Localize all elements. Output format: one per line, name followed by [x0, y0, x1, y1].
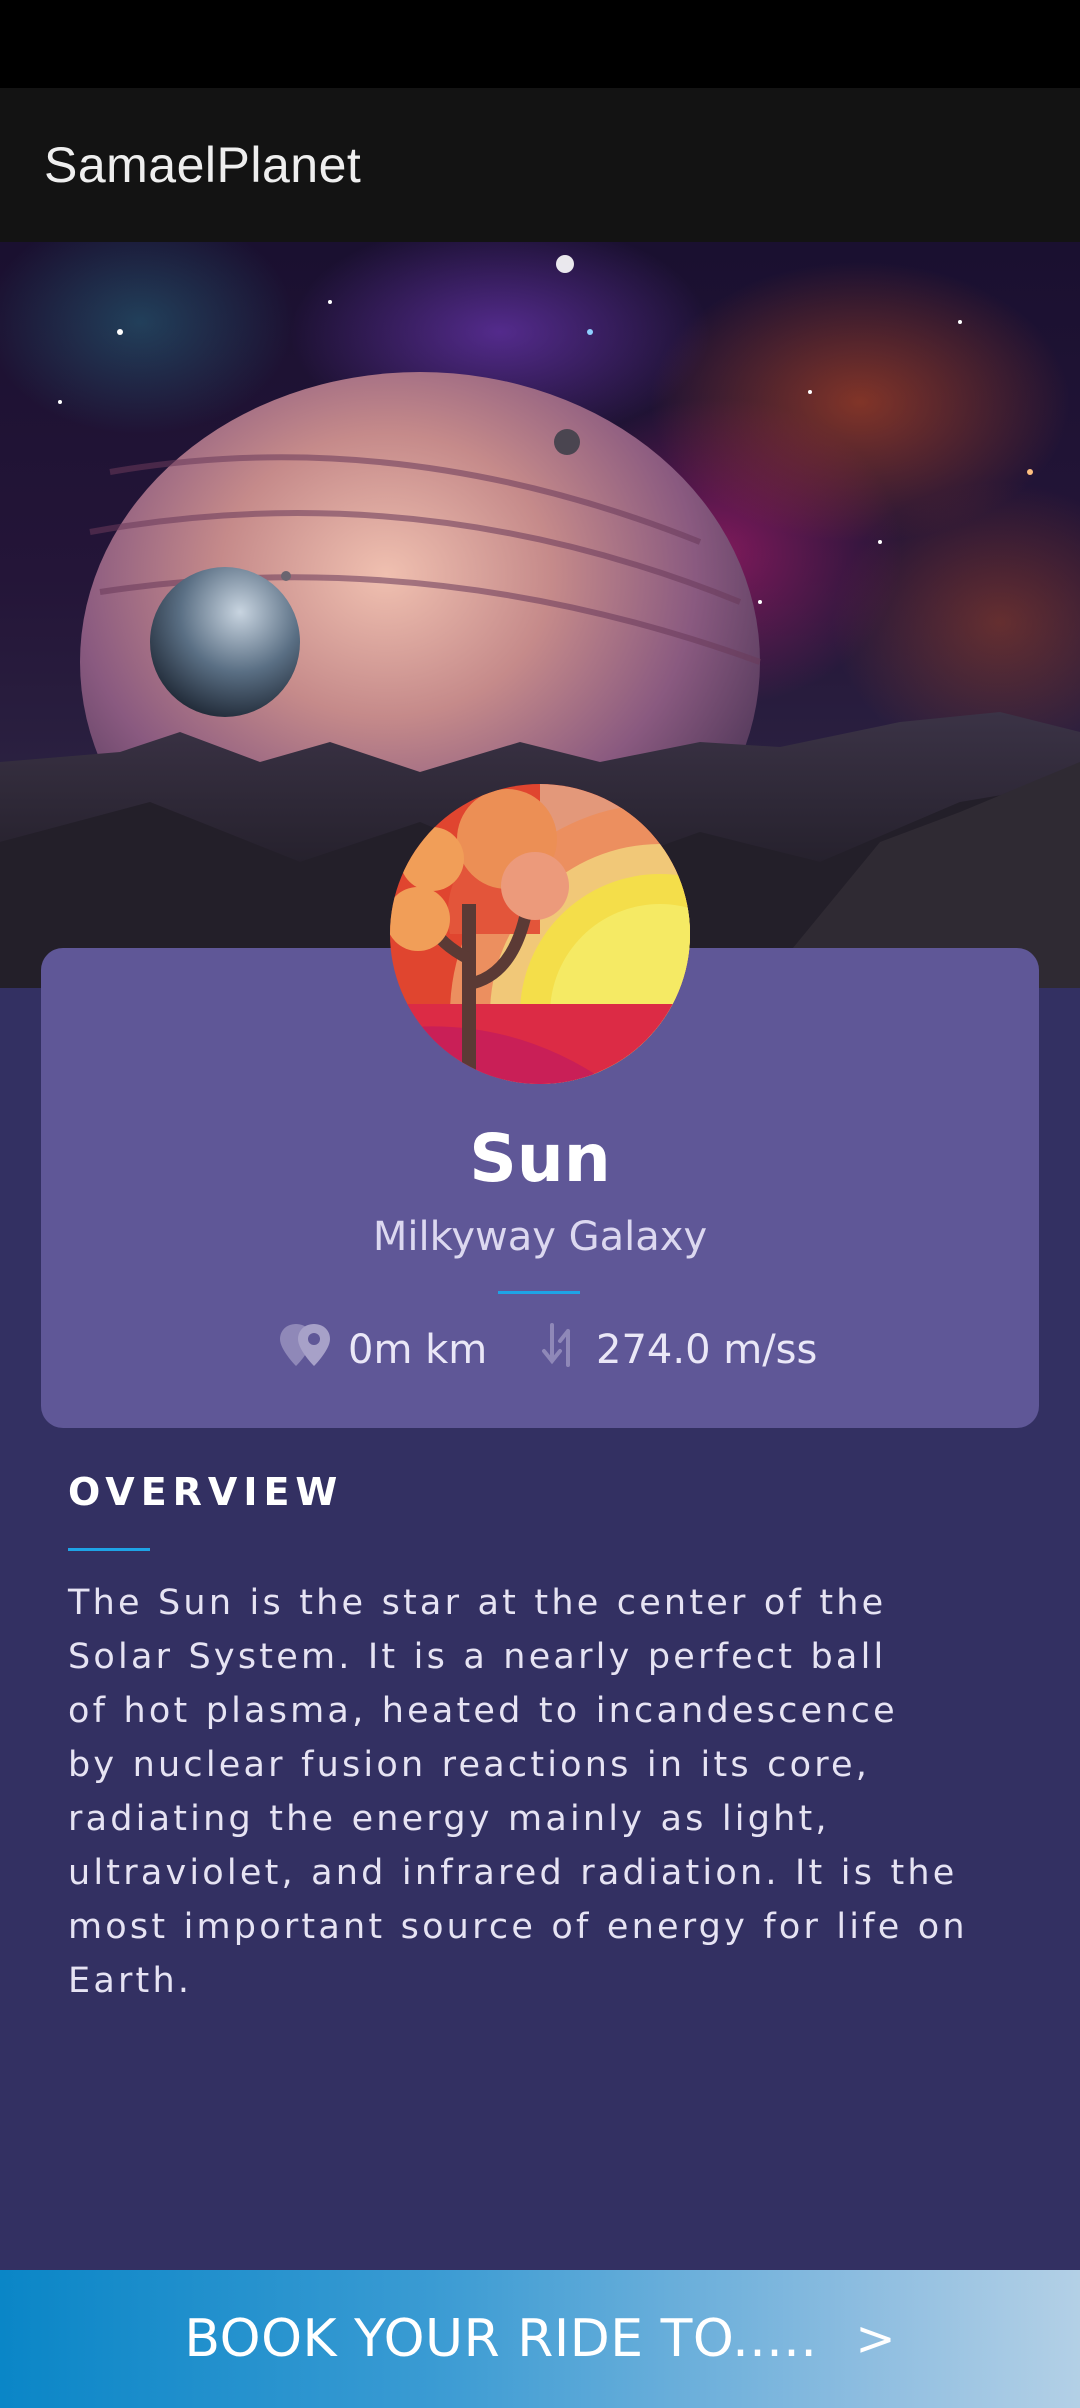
status-bar — [0, 0, 1080, 88]
book-ride-button[interactable]: BOOK YOUR RIDE TO..... > — [0, 2270, 1080, 2408]
overview-line: most important source of energy for life… — [68, 1907, 968, 1947]
overview-line: Solar System. It is a nearly perfect bal… — [68, 1637, 887, 1677]
planet-icon — [390, 784, 690, 1084]
book-ride-label: BOOK YOUR RIDE TO..... — [184, 2309, 818, 2369]
overview-line: Earth. — [68, 1961, 193, 2001]
card-divider — [498, 1291, 580, 1294]
overview-text: The Sun is the star at the center of the… — [68, 1576, 1028, 2008]
chevron-right-icon: > — [855, 2311, 896, 2367]
distance-stat: 0m km — [278, 1320, 487, 1380]
app-bar: SamaelPlanet — [0, 88, 1080, 242]
overview-line: ultraviolet, and infrared radiation. It … — [68, 1853, 958, 1893]
overview-line: of hot plasma, heated to incandescence — [68, 1691, 898, 1731]
arrows-down-up-icon — [538, 1321, 582, 1379]
planet-name: Sun — [469, 1120, 611, 1197]
gravity-value: 274.0 m/ss — [596, 1327, 818, 1373]
overview-line: by nuclear fusion reactions in its core, — [68, 1745, 871, 1785]
planet-galaxy: Milkyway Galaxy — [372, 1214, 708, 1260]
app-title: SamaelPlanet — [44, 137, 362, 193]
overview-divider — [68, 1548, 150, 1551]
gravity-stat: 274.0 m/ss — [538, 1320, 817, 1380]
overview-line: The Sun is the star at the center of the — [68, 1583, 887, 1623]
distance-value: 0m km — [348, 1327, 488, 1373]
location-pin-icon — [278, 1320, 334, 1380]
overview-line: radiating the energy mainly as light, — [68, 1799, 830, 1839]
overview-heading: OVERVIEW — [68, 1470, 344, 1514]
